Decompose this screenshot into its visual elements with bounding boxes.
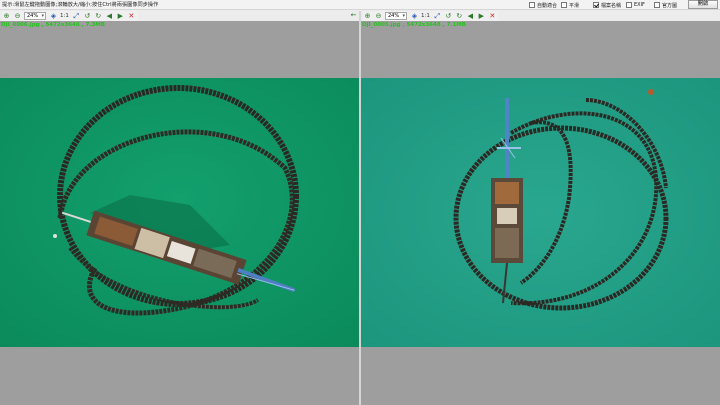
right-aerial-photo[interactable] [361, 78, 720, 347]
checkbox-filename[interactable]: 檔案名稱 [593, 1, 621, 9]
previous-icon[interactable]: ◀ [466, 12, 475, 21]
zoom-out-icon[interactable]: ⊖ [374, 12, 383, 21]
right-zoom-select[interactable]: 24% [385, 12, 407, 20]
checkbox-label: 官方圖 [662, 2, 678, 9]
checkbox-official[interactable]: 官方圖 [654, 1, 677, 9]
checkbox-label: 平滑 [569, 2, 580, 9]
rotate-left-icon[interactable]: ↺ [444, 12, 453, 21]
left-aerial-photo[interactable] [0, 78, 359, 347]
previous-icon[interactable]: ◀ [105, 12, 114, 21]
sync-arrow-icon[interactable]: ← [349, 11, 358, 20]
close-icon[interactable]: ✕ [488, 12, 497, 21]
zoom-in-icon[interactable]: ⊕ [2, 12, 11, 21]
hint-text: 提示:滑鼠左鍵拖動圖像;滾輪放大/縮小;按住Ctrl將兩張圖像同步操作 [2, 2, 159, 8]
checkbox-label: 檔案名稱 [601, 2, 622, 9]
rotate-right-icon[interactable]: ↻ [455, 12, 464, 21]
next-icon[interactable]: ▶ [477, 12, 486, 21]
checkbox-exif[interactable]: EXIF [626, 1, 645, 9]
fit-icon[interactable]: ◈ [410, 12, 419, 21]
zoom-in-icon[interactable]: ⊕ [363, 12, 372, 21]
top-bar: 提示:滑鼠左鍵拖動圖像;滾輪放大/縮小;按住Ctrl將兩張圖像同步操作 自動適合… [0, 0, 720, 10]
checkbox-box[interactable] [593, 2, 599, 8]
right-image-pane[interactable]: DJI_0005.jpg , 5472x3648 , 7.1MB [361, 21, 720, 405]
fullscreen-icon[interactable]: ⤢ [72, 12, 81, 21]
actual-size-button[interactable]: 1:1 [421, 13, 430, 19]
checkbox-label: 自動適合 [537, 2, 558, 9]
left-toolbar: ⊕ ⊖ 24% ◈ 1:1 ⤢ ↺ ↻ ◀ ▶ ✕ [2, 11, 138, 21]
close-icon[interactable]: ✕ [127, 12, 136, 21]
left-zoom-select[interactable]: 24% [24, 12, 46, 20]
actual-size-button[interactable]: 1:1 [60, 13, 69, 19]
next-icon[interactable]: ▶ [116, 12, 125, 21]
rotate-left-icon[interactable]: ↺ [83, 12, 92, 21]
left-image-pane[interactable]: DJI_0006.jpg , 5472x3648 , 7.3MB [0, 21, 359, 405]
checkbox-box[interactable] [561, 2, 567, 8]
zoom-out-icon[interactable]: ⊖ [13, 12, 22, 21]
fullscreen-icon[interactable]: ⤢ [433, 12, 442, 21]
checkbox-auto-fit[interactable]: 自動適合 [529, 1, 557, 9]
open-button[interactable]: 開啟 [688, 0, 718, 9]
checkbox-smooth[interactable]: 平滑 [561, 1, 579, 9]
checkbox-box[interactable] [529, 2, 535, 8]
checkbox-box[interactable] [654, 2, 660, 8]
left-file-info: DJI_0006.jpg , 5472x3648 , 7.3MB [1, 22, 105, 28]
checkbox-box[interactable] [626, 2, 632, 8]
right-file-info: DJI_0005.jpg , 5472x3648 , 7.1MB [362, 22, 466, 28]
right-toolbar: ⊕ ⊖ 24% ◈ 1:1 ⤢ ↺ ↻ ◀ ▶ ✕ [363, 11, 499, 21]
fit-icon[interactable]: ◈ [49, 12, 58, 21]
rotate-right-icon[interactable]: ↻ [94, 12, 103, 21]
checkbox-label: EXIF [634, 2, 645, 8]
